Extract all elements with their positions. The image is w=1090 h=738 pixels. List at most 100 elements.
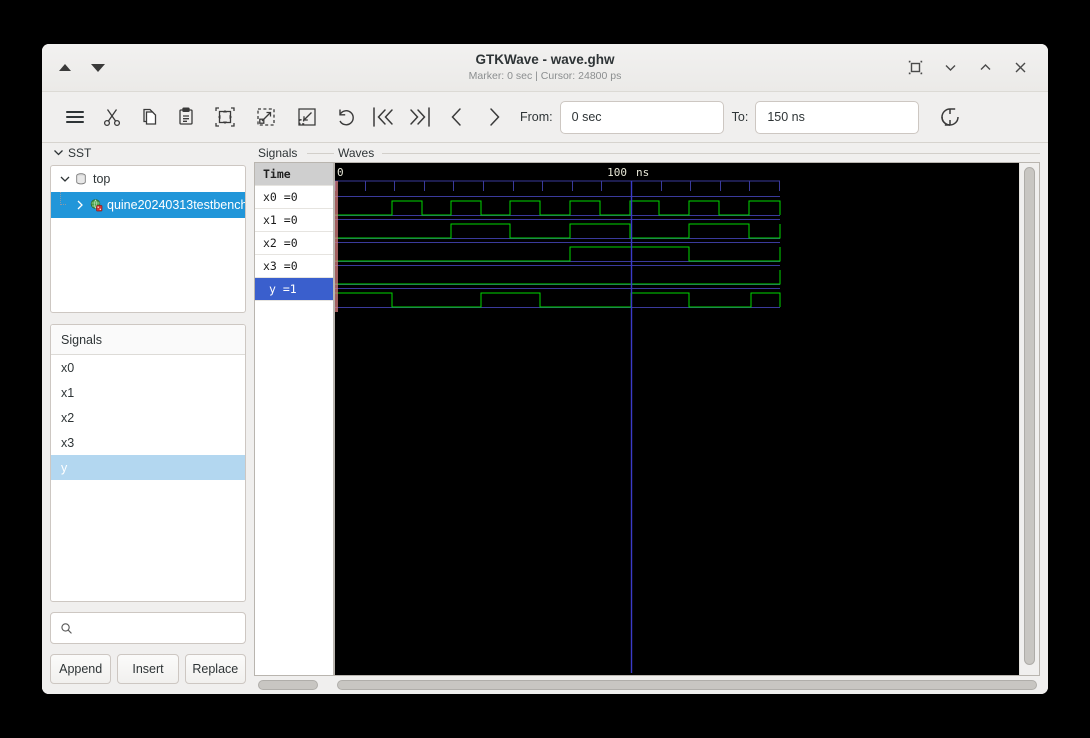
list-item[interactable]: x0 bbox=[51, 355, 245, 380]
tree-item-label: quine20240313testbench bbox=[107, 198, 245, 212]
chevron-up-icon bbox=[980, 64, 990, 70]
title-bar: GTKWave - wave.ghw Marker: 0 sec | Curso… bbox=[42, 44, 1048, 92]
scrollbar-thumb[interactable] bbox=[258, 680, 318, 690]
signal-name-row[interactable]: y =1 bbox=[255, 278, 333, 301]
signal-list-panel: Signals x0 x1 x2 x3 y bbox=[50, 324, 246, 602]
triangle-down-icon[interactable] bbox=[91, 63, 105, 72]
svg-text:0: 0 bbox=[337, 166, 344, 179]
waveform-vscrollbar[interactable] bbox=[1019, 163, 1039, 675]
minimize-button[interactable] bbox=[941, 59, 959, 77]
scrollbar-thumb[interactable] bbox=[337, 680, 1037, 690]
insert-button[interactable]: Insert bbox=[117, 654, 179, 684]
signal-name-row[interactable]: x3 =0 bbox=[255, 255, 333, 278]
waveform-hscrollbar[interactable] bbox=[334, 676, 1040, 694]
chevron-down-icon bbox=[945, 65, 955, 71]
clipboard-icon bbox=[178, 107, 193, 125]
zoom-out-icon bbox=[297, 108, 316, 126]
left-panel: SST top quine20240313testbench Signals x… bbox=[42, 143, 254, 694]
replace-button[interactable]: Replace bbox=[184, 654, 246, 684]
waveform-area: 0 100 ns bbox=[334, 162, 1040, 676]
signal-list-header: Signals bbox=[51, 325, 245, 355]
search-icon bbox=[61, 622, 72, 634]
module-icon bbox=[89, 198, 104, 213]
next-edge-button[interactable] bbox=[475, 99, 512, 135]
close-button[interactable] bbox=[1011, 59, 1029, 77]
skip-end-icon bbox=[409, 107, 430, 127]
gtkwave-window: GTKWave - wave.ghw Marker: 0 sec | Curso… bbox=[42, 44, 1048, 694]
sst-label: SST bbox=[68, 145, 92, 160]
scissors-icon bbox=[103, 109, 120, 127]
waveform-canvas[interactable]: 0 100 ns bbox=[335, 163, 1019, 675]
prev-edge-button[interactable] bbox=[438, 99, 475, 135]
to-label: To: bbox=[731, 110, 749, 124]
svg-text:ns: ns bbox=[636, 166, 649, 179]
window-title: GTKWave - wave.ghw bbox=[475, 52, 615, 67]
list-item[interactable]: x2 bbox=[51, 405, 245, 430]
waveform-svg: 0 100 ns bbox=[335, 163, 1019, 673]
waves-caption: Waves bbox=[334, 143, 1040, 162]
signal-name-row[interactable]: x2 =0 bbox=[255, 232, 333, 255]
signal-names-list: Time x0 =0 x1 =0 x2 =0 x3 =0 y =1 bbox=[254, 162, 334, 676]
menu-button[interactable] bbox=[56, 99, 93, 135]
from-label: From: bbox=[520, 110, 553, 124]
scrollbar-thumb[interactable] bbox=[1024, 167, 1035, 665]
append-button[interactable]: Append bbox=[50, 654, 112, 684]
paste-button[interactable] bbox=[167, 99, 204, 135]
goto-end-button[interactable] bbox=[401, 99, 438, 135]
reload-button[interactable] bbox=[931, 99, 968, 135]
chevron-down-icon[interactable] bbox=[58, 173, 71, 186]
zoom-in-button[interactable] bbox=[245, 99, 286, 135]
copy-button[interactable] bbox=[130, 99, 167, 135]
tree-item-label: top bbox=[93, 172, 111, 186]
chevron-right-icon bbox=[489, 108, 500, 126]
list-item[interactable]: y bbox=[51, 455, 245, 480]
copy-icon bbox=[142, 108, 156, 125]
chevron-down-icon bbox=[54, 150, 63, 156]
list-item[interactable]: x3 bbox=[51, 430, 245, 455]
undo-zoom-button[interactable] bbox=[327, 99, 364, 135]
zoom-in-icon bbox=[256, 108, 275, 126]
cut-button[interactable] bbox=[93, 99, 130, 135]
signal-names-caption: Signals bbox=[254, 143, 334, 162]
waves-panel: Waves 0 100 ns bbox=[334, 143, 1048, 694]
from-input[interactable]: 0 sec bbox=[559, 100, 724, 134]
title-bar-text: GTKWave - wave.ghw Marker: 0 sec | Curso… bbox=[42, 44, 1048, 91]
signal-name-row[interactable]: x0 =0 bbox=[255, 186, 333, 209]
search-bar[interactable] bbox=[50, 612, 246, 644]
tree-guide-line bbox=[60, 192, 66, 205]
fullscreen-icon bbox=[908, 60, 922, 75]
close-icon bbox=[1015, 62, 1025, 73]
title-bar-nav bbox=[42, 63, 105, 72]
list-item[interactable]: x1 bbox=[51, 380, 245, 405]
window-controls bbox=[906, 59, 1048, 77]
fullscreen-button[interactable] bbox=[906, 59, 924, 77]
zoom-fit-button[interactable] bbox=[204, 99, 245, 135]
signal-name-row[interactable]: x1 =0 bbox=[255, 209, 333, 232]
tree-row[interactable]: quine20240313testbench bbox=[51, 192, 245, 218]
sst-header[interactable]: SST bbox=[50, 143, 246, 162]
window-subtitle: Marker: 0 sec | Cursor: 24800 ps bbox=[468, 70, 622, 82]
skip-start-icon bbox=[372, 107, 393, 127]
hamburger-icon bbox=[65, 111, 84, 123]
signal-names-panel: Signals Time x0 =0 x1 =0 x2 =0 x3 =0 y =… bbox=[254, 143, 334, 694]
undo-icon bbox=[338, 109, 354, 126]
maximize-button[interactable] bbox=[976, 59, 994, 77]
zoom-out-button[interactable] bbox=[286, 99, 327, 135]
goto-start-button[interactable] bbox=[364, 99, 401, 135]
triangle-up-icon[interactable] bbox=[59, 64, 71, 71]
signal-list-body: x0 x1 x2 x3 y bbox=[51, 355, 245, 601]
action-button-row: Append Insert Replace bbox=[50, 654, 246, 684]
chevron-left-icon bbox=[450, 108, 461, 126]
tree-row[interactable]: top bbox=[51, 166, 245, 192]
search-input[interactable] bbox=[80, 620, 236, 636]
to-input[interactable]: 150 ns bbox=[755, 100, 920, 134]
signal-name-row-time: Time bbox=[255, 163, 333, 186]
signal-names-hscrollbar[interactable] bbox=[254, 676, 334, 694]
svg-text:100: 100 bbox=[607, 166, 627, 179]
chevron-right-icon[interactable] bbox=[73, 199, 86, 212]
sst-tree: top quine20240313testbench bbox=[50, 165, 246, 313]
main-body: SST top quine20240313testbench Signals x… bbox=[42, 143, 1048, 694]
toolbar: From: 0 sec To: 150 ns bbox=[42, 92, 1048, 143]
zoom-fit-icon bbox=[214, 107, 235, 127]
cylinder-icon bbox=[74, 172, 88, 186]
